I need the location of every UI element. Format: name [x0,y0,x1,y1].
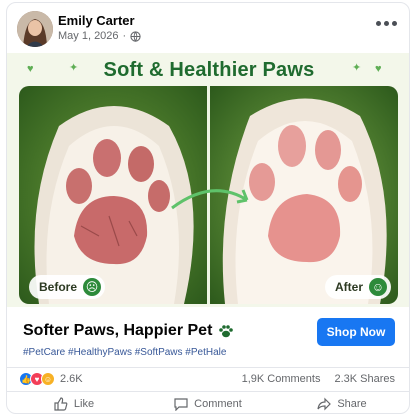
share-count[interactable]: 2.3K Shares [334,373,395,385]
ad-title[interactable]: Softer Paws, Happier Pet [23,322,234,340]
heart-decoration-icon: ♥ [27,63,34,75]
reactions-summary[interactable]: 👍 ♥ ☺ 2.6K [19,372,83,386]
ad-info-bar: Softer Paws, Happier Pet #PetCare #Healt… [7,307,409,367]
comment-share-counts: 1,9K Comments 2.3K Shares [242,373,395,385]
engagement-stats: 👍 ♥ ☺ 2.6K 1,9K Comments 2.3K Shares [7,367,409,389]
haha-reaction-icon: ☺ [41,372,55,386]
transition-arrow-icon [171,189,249,210]
post-date[interactable]: May 1, 2026 [58,30,119,42]
image-headline: Soft & Healthier Paws [103,59,315,81]
post-meta: May 1, 2026 · [58,30,141,42]
share-icon [317,397,332,410]
before-label: Before ☹ [29,275,106,299]
happy-face-icon: ☺ [369,278,388,296]
more-options-icon[interactable] [376,21,397,26]
heart-decoration-icon: ♥ [375,63,382,75]
thumbs-up-icon [54,396,68,411]
ad-post-card: Emily Carter May 1, 2026 · Soft & Health… [6,2,410,414]
sparkle-decoration-icon: ✦ [352,62,362,74]
sad-face-icon: ☹ [83,278,102,296]
share-button[interactable]: Share [275,392,409,413]
comment-icon [174,397,188,411]
globe-icon [130,30,141,42]
post-image[interactable]: Soft & Healthier Paws ♥ ✦ ✦ ♥ Before ☹ A… [7,53,409,307]
like-button[interactable]: Like [7,392,141,413]
sparkle-decoration-icon: ✦ [69,62,79,74]
reaction-count: 2.6K [60,373,83,385]
hashtags[interactable]: #PetCare #HealthyPaws #SoftPaws #PetHale [23,347,226,358]
comment-count[interactable]: 1,9K Comments [242,373,321,385]
author-name[interactable]: Emily Carter [58,13,135,28]
post-actions: Like Comment Share [7,391,409,413]
post-header: Emily Carter May 1, 2026 · [7,3,409,53]
comment-button[interactable]: Comment [141,392,275,413]
shop-now-button[interactable]: Shop Now [317,318,395,346]
paw-icon [219,325,234,338]
after-label: After ☺ [325,275,392,299]
avatar[interactable] [17,11,53,47]
